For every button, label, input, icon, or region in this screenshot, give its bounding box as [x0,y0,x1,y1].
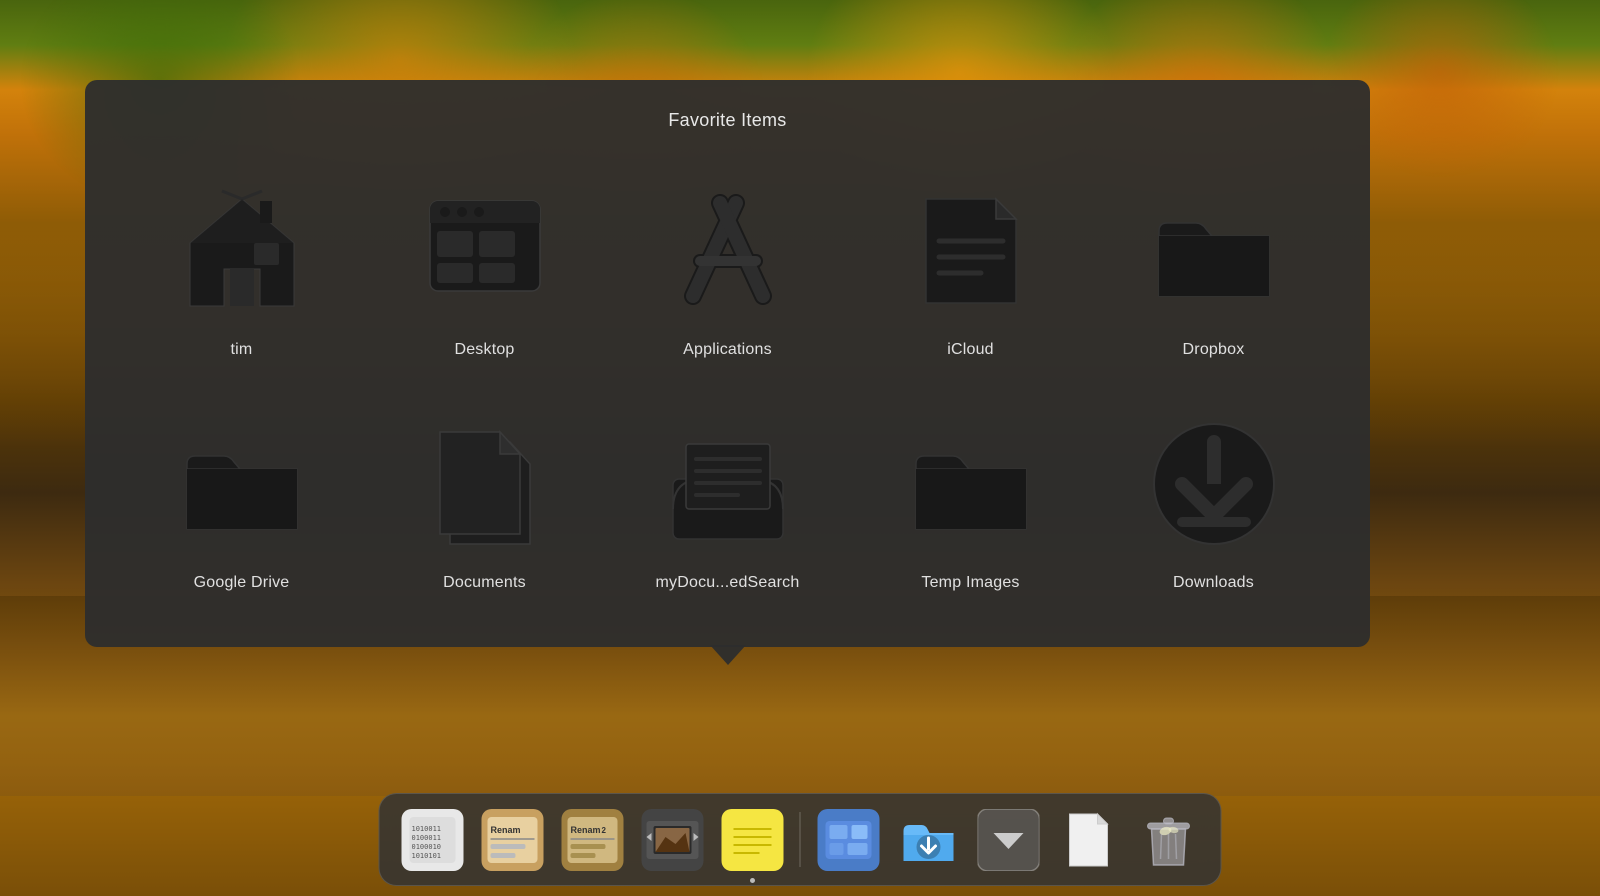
documents-icon [410,409,560,559]
applications-label: Applications [683,341,772,359]
items-grid: tim Desktop [125,161,1330,607]
dock-item-downloads-folder[interactable] [891,802,966,877]
tim-label: tim [231,341,253,359]
stickies-dot [750,878,755,883]
documents-label: Documents [443,574,526,592]
dropbox-label: Dropbox [1183,341,1245,359]
downloads-label: Downloads [1173,574,1254,592]
grid-item-dropbox[interactable]: Dropbox [1097,161,1330,374]
dock-item-script-editor[interactable]: 1010011 0100011 0100010 1010101 [395,802,470,877]
svg-text:1010011: 1010011 [411,825,441,833]
svg-text:0100010: 0100010 [411,843,441,851]
dock-item-photos-library[interactable] [811,802,886,877]
svg-text:Renam: Renam [570,825,600,835]
favorite-items-popup: Favorite Items tim [85,80,1370,647]
popup-pointer [710,645,746,665]
popup-title: Favorite Items [125,110,1330,131]
temp-images-icon [896,409,1046,559]
grid-item-desktop[interactable]: Desktop [368,161,601,374]
icloud-label: iCloud [947,341,994,359]
grid-item-applications[interactable]: Applications [611,161,844,374]
svg-text:Renam: Renam [490,825,520,835]
grid-item-temp-images[interactable]: Temp Images [854,394,1087,607]
grid-item-documents[interactable]: Documents [368,394,601,607]
grid-item-downloads[interactable]: Downloads [1097,394,1330,607]
tim-icon [167,176,317,326]
dock-item-stickies[interactable] [715,802,790,877]
dock-item-blank-page[interactable] [1051,802,1126,877]
svg-text:0100011: 0100011 [411,834,441,842]
applications-icon [653,176,803,326]
dock: 1010011 0100011 0100010 1010101 Renam Re… [379,793,1222,886]
dock-item-trash[interactable] [1131,802,1206,877]
svg-text:2: 2 [601,826,606,835]
icloud-icon [896,176,1046,326]
dropbox-icon [1139,176,1289,326]
desktop-icon [410,176,560,326]
dock-item-rename2[interactable]: Renam 2 [555,802,630,877]
dock-item-dock-menu[interactable] [971,802,1046,877]
mydocu-icon [653,409,803,559]
grid-item-icloud[interactable]: iCloud [854,161,1087,374]
svg-text:1010101: 1010101 [411,852,441,860]
downloads-icon [1139,409,1289,559]
google-drive-icon [167,409,317,559]
dock-item-image-capture[interactable] [635,802,710,877]
grid-item-mydocu[interactable]: myDocu...edSearch [611,394,844,607]
google-drive-label: Google Drive [194,574,290,592]
dock-item-rename1[interactable]: Renam [475,802,550,877]
desktop-label: Desktop [454,341,514,359]
dock-separator [800,812,801,867]
grid-item-google-drive[interactable]: Google Drive [125,394,358,607]
grid-item-tim[interactable]: tim [125,161,358,374]
temp-images-label: Temp Images [921,574,1019,592]
mydocu-label: myDocu...edSearch [656,574,800,592]
